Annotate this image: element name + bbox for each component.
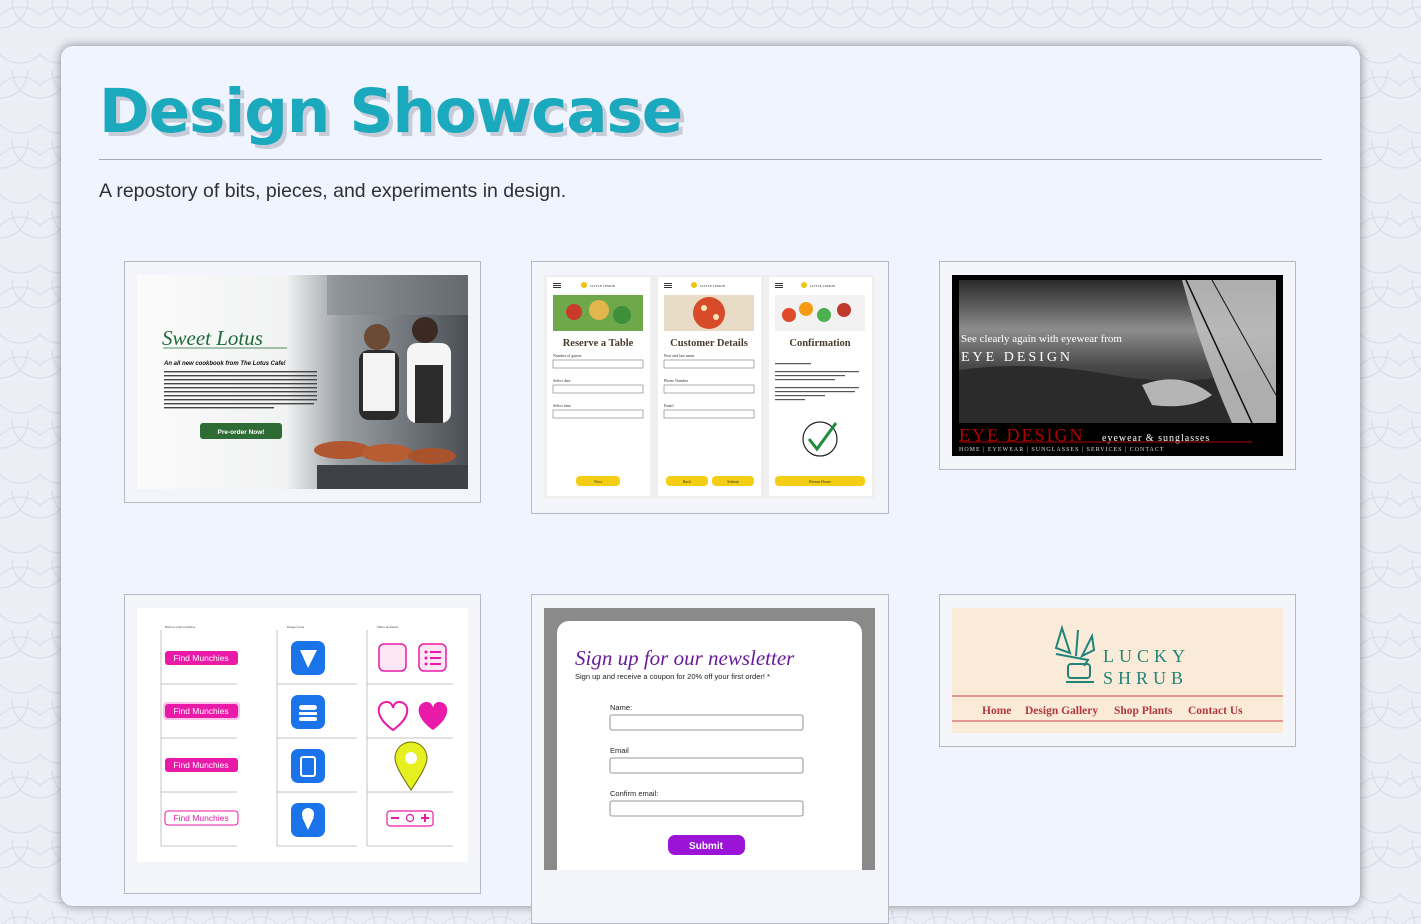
screen-1-title: Reserve a Table — [563, 338, 634, 349]
eye-design-nav: HOME | EYEWEAR | SUNGLASSES | SERVICES |… — [959, 447, 1165, 453]
lucky-shrub-thumbnail: LUCKY SHRUB Home Design Gallery Shop Pla… — [952, 608, 1283, 733]
brand-2: LITTLE LEMON — [700, 284, 726, 288]
screen-3-return: Return Home — [809, 479, 831, 484]
screen-1-field-2: Select date — [553, 378, 571, 383]
munchies-button-3: Find Munchies — [173, 760, 228, 770]
screen-2-submit: Submit — [727, 479, 739, 484]
gallery-item-munchies[interactable]: Button with variables Image/icons Other … — [124, 594, 481, 894]
lucky-shrub-nav-home: Home — [982, 705, 1011, 717]
newsletter-title: Sign up for our newsletter — [575, 646, 795, 670]
main-card: Design Showcase A repostory of bits, pie… — [61, 46, 1360, 924]
col-label-2: Image/icons — [287, 625, 305, 629]
screen-2-field-2: Phone Number — [664, 378, 689, 383]
brand-3: LITTLE LEMON — [810, 284, 836, 288]
eye-design-thumbnail: See clearly again with eyewear from EYE … — [952, 275, 1283, 456]
screen-2-title: Customer Details — [670, 338, 748, 349]
screen-2-field-3: Email — [664, 403, 674, 408]
lucky-shrub-nav-contact: Contact Us — [1188, 705, 1243, 717]
lucky-shrub-logo-line2: SHRUB — [1103, 668, 1188, 688]
lucky-shrub-nav-design-gallery: Design Gallery — [1025, 705, 1098, 717]
gallery-item-lucky-shrub[interactable]: LUCKY SHRUB Home Design Gallery Shop Pla… — [939, 594, 1296, 747]
newsletter-submit-label: Submit — [689, 841, 724, 852]
eye-design-brand: EYE DESIGN — [961, 350, 1073, 365]
eye-design-headline: See clearly again with eyewear from — [961, 333, 1122, 345]
sweet-lotus-tagline: An all new cookbook from The Lotus Cafe! — [163, 361, 286, 367]
reservation-thumbnail: LITTLE LEMON Reserve a Table Number of g… — [544, 275, 875, 498]
page-subtitle: A repostory of bits, pieces, and experim… — [99, 180, 567, 202]
munchies-button-4: Find Munchies — [173, 813, 228, 823]
screen-1-field-1: Number of guests — [553, 353, 582, 358]
sweet-lotus-title: Sweet Lotus — [162, 326, 263, 350]
gallery-item-eye-design[interactable]: See clearly again with eyewear from EYE … — [939, 261, 1296, 470]
newsletter-field-confirm-label: Confirm email: — [610, 789, 658, 798]
newsletter-thumbnail: Sign up for our newsletter Sign up and r… — [544, 608, 875, 870]
page-title: Design Showcase — [99, 76, 683, 147]
screen-2-field-1: First and last name — [664, 353, 695, 358]
brand-1: LITTLE LEMON — [590, 284, 616, 288]
sweet-lotus-thumbnail: Sweet Lotus An all new cookbook from The… — [137, 275, 468, 489]
screen-3-title: Confirmation — [789, 338, 850, 349]
newsletter-field-email-label: Email — [610, 746, 629, 755]
lucky-shrub-logo-line1: LUCKY — [1103, 646, 1190, 666]
screen-1-next: Next — [594, 479, 603, 484]
screen-2-back: Back — [683, 479, 691, 484]
gallery-item-reservation[interactable]: LITTLE LEMON Reserve a Table Number of g… — [531, 261, 889, 514]
gallery-item-newsletter[interactable]: Sign up for our newsletter Sign up and r… — [531, 594, 889, 924]
newsletter-field-name-label: Name: — [610, 703, 632, 712]
munchies-thumbnail: Button with variables Image/icons Other … — [137, 608, 468, 862]
munchies-button-1: Find Munchies — [173, 653, 228, 663]
col-label-1: Button with variables — [165, 625, 196, 629]
screen-1-field-3: Select time — [553, 403, 571, 408]
title-divider — [99, 159, 1322, 160]
gallery-item-sweet-lotus[interactable]: Sweet Lotus An all new cookbook from The… — [124, 261, 481, 503]
newsletter-subtitle: Sign up and receive a coupon for 20% off… — [575, 672, 770, 681]
pre-order-label: Pre-order Now! — [218, 429, 265, 436]
col-label-3: Other elements — [377, 625, 399, 629]
lucky-shrub-nav-shop-plants: Shop Plants — [1114, 705, 1173, 717]
munchies-button-2: Find Munchies — [173, 706, 228, 716]
